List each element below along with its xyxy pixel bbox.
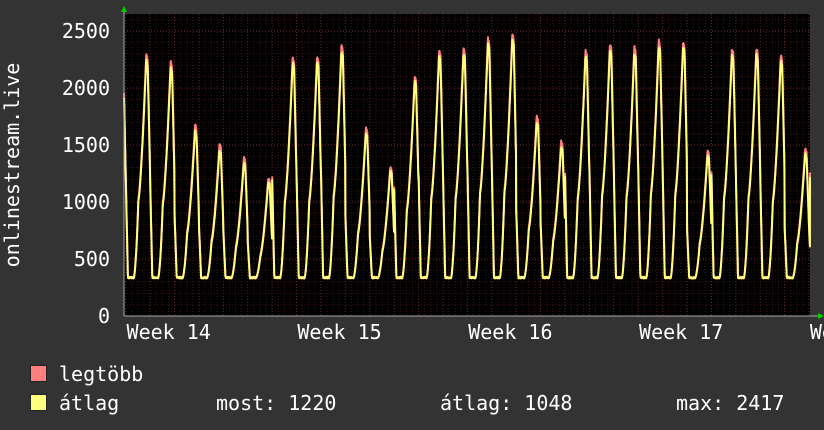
legend-item-avg: átlag — [30, 391, 119, 415]
legend-swatch-max — [30, 365, 47, 382]
y-tick-label: 2000 — [62, 76, 110, 100]
chart-root: { "chart_data": { "type": "line", "ylabe… — [0, 0, 824, 430]
y-axis-title: onlinestream.live — [0, 63, 24, 268]
legend-label-avg: átlag — [59, 391, 120, 415]
y-tick-label: 0 — [98, 304, 110, 328]
stat-maximum: max: 2417 — [676, 391, 785, 415]
stat-current: most: 1220 — [216, 391, 337, 415]
y-tick-label: 1500 — [62, 133, 110, 157]
y-tick-label: 500 — [74, 247, 110, 271]
x-tick-label: Week 15 — [297, 320, 381, 344]
x-tick-label: Week 16 — [468, 320, 552, 344]
y-tick-label: 2500 — [62, 19, 110, 43]
legend-label-max: legtöbb — [59, 362, 144, 386]
y-tick-label: 1000 — [62, 190, 110, 214]
legend-swatch-avg — [30, 394, 47, 411]
stat-average: átlag: 1048 — [440, 391, 573, 415]
x-tick-label: Week 14 — [127, 320, 211, 344]
legend-item-max: legtöbb — [30, 362, 143, 386]
x-axis-arrow — [818, 313, 824, 319]
x-tick-label: Week 17 — [639, 320, 723, 344]
y-axis-arrow — [121, 6, 127, 12]
x-tick-label: Week 18 — [810, 320, 824, 344]
